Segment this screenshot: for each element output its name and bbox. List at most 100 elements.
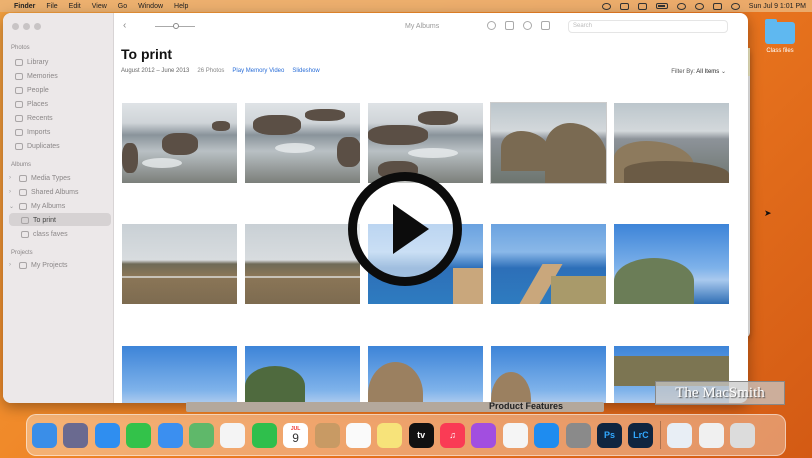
desktop-folder[interactable]: Class files xyxy=(760,19,800,54)
zoom-knob[interactable] xyxy=(173,23,179,29)
zoom-slider[interactable] xyxy=(143,22,207,32)
chevron-right-icon[interactable]: › xyxy=(9,189,15,195)
finder-icon[interactable] xyxy=(32,422,57,448)
maps-icon[interactable] xyxy=(188,422,214,448)
mail-icon[interactable] xyxy=(157,422,183,448)
rotate-icon[interactable] xyxy=(541,21,550,30)
back-chevron-icon[interactable]: ‹ xyxy=(123,20,126,31)
control-center-icon[interactable] xyxy=(712,2,722,10)
menu-file[interactable]: File xyxy=(46,3,57,10)
sidebar-item-places[interactable]: Places xyxy=(15,98,48,110)
sidebar-item-memories[interactable]: Memories xyxy=(15,70,58,82)
menubar-clock[interactable]: Sun Jul 9 1:01 PM xyxy=(749,3,806,10)
sidebar-item-shared-albums[interactable]: › Shared Albums xyxy=(9,186,78,198)
sidebar-item-label: People xyxy=(27,86,49,94)
chevron-down-icon[interactable]: ⌄ xyxy=(9,203,15,210)
system-settings-icon[interactable] xyxy=(565,422,591,448)
notes-icon[interactable] xyxy=(377,422,403,448)
record-icon[interactable] xyxy=(601,2,611,10)
folder-icon xyxy=(19,188,27,196)
podcasts-icon[interactable] xyxy=(471,422,497,448)
sidebar-item-imports[interactable]: Imports xyxy=(15,126,50,138)
calendar-icon[interactable]: JUL 9 xyxy=(283,422,309,448)
filter-by-dropdown[interactable]: Filter By: All Items ⌄ xyxy=(671,68,726,75)
minimize-button[interactable] xyxy=(23,23,30,30)
chevron-right-icon[interactable]: › xyxy=(9,175,15,181)
photo-thumbnail[interactable] xyxy=(491,224,606,304)
reminders-icon[interactable] xyxy=(345,422,371,448)
menu-view[interactable]: View xyxy=(92,3,107,10)
photo-thumbnail[interactable] xyxy=(614,224,729,304)
photo-thumbnail[interactable] xyxy=(245,346,360,403)
photo-thumbnail[interactable] xyxy=(368,103,483,183)
menu-window[interactable]: Window xyxy=(138,3,163,10)
safari-icon[interactable] xyxy=(94,422,120,448)
menu-go[interactable]: Go xyxy=(118,3,127,10)
info-icon[interactable] xyxy=(487,21,496,30)
calendar-day-label: 9 xyxy=(292,430,299,445)
messages-icon[interactable] xyxy=(126,422,152,448)
photo-thumbnail[interactable] xyxy=(490,102,607,184)
sidebar-item-label: Shared Albums xyxy=(31,188,79,196)
facetime-icon[interactable] xyxy=(251,422,277,448)
sidebar-item-to-print[interactable]: To print xyxy=(21,214,56,226)
sidebar-item-label: class faves xyxy=(33,230,68,238)
sidebar-section-photos: Photos xyxy=(11,45,30,51)
photos-icon[interactable] xyxy=(220,422,246,448)
search-menubar-icon[interactable] xyxy=(694,2,704,10)
news-icon[interactable] xyxy=(502,422,528,448)
photoshop-icon[interactable]: Ps xyxy=(597,422,623,448)
sidebar-item-duplicates[interactable]: Duplicates xyxy=(15,140,60,152)
photo-thumbnail[interactable] xyxy=(614,103,729,183)
trash-icon[interactable] xyxy=(729,422,755,448)
music-icon[interactable]: ♫ xyxy=(440,422,466,448)
menu-finder[interactable]: Finder xyxy=(14,3,35,10)
play-memory-link[interactable]: Play Memory Video xyxy=(232,68,284,74)
favorite-heart-icon[interactable] xyxy=(523,21,532,30)
toolbar: ‹ My Albums Search xyxy=(115,13,748,41)
contacts-icon[interactable] xyxy=(314,422,340,448)
sidebar-item-people[interactable]: People xyxy=(15,84,49,96)
display-icon[interactable] xyxy=(637,2,647,10)
duplicates-icon xyxy=(15,142,23,150)
photo-thumbnail[interactable] xyxy=(491,346,606,403)
menu-help[interactable]: Help xyxy=(174,3,188,10)
lightroom-icon[interactable]: LrC xyxy=(628,422,654,448)
slideshow-link[interactable]: Slideshow xyxy=(292,68,319,74)
tv-icon[interactable]: tv xyxy=(408,422,434,448)
zoom-button[interactable] xyxy=(34,23,41,30)
sidebar-item-media-types[interactable]: › Media Types xyxy=(9,172,71,184)
chevron-down-icon: ⌄ xyxy=(720,69,726,75)
photo-thumbnail[interactable] xyxy=(368,346,483,403)
sidebar-item-library[interactable]: Library xyxy=(15,56,48,68)
sidebar-item-label: Media Types xyxy=(31,174,71,182)
sidebar-item-my-albums[interactable]: ⌄ My Albums xyxy=(9,200,65,212)
sidebar-item-class-faves[interactable]: class faves xyxy=(21,228,68,240)
sidebar-item-my-projects[interactable]: › My Projects xyxy=(9,259,68,271)
photo-thumbnail[interactable] xyxy=(122,346,237,403)
imports-icon xyxy=(15,128,23,136)
screen-icon[interactable] xyxy=(619,2,629,10)
photo-thumbnail[interactable] xyxy=(122,224,237,304)
chevron-right-icon[interactable]: › xyxy=(9,262,15,268)
filter-value: All Items xyxy=(696,69,720,75)
menu-edit[interactable]: Edit xyxy=(69,3,81,10)
app-store-icon[interactable] xyxy=(534,422,560,448)
preview-icon[interactable] xyxy=(667,422,693,448)
share-icon[interactable] xyxy=(505,21,514,30)
document-icon[interactable] xyxy=(698,422,724,448)
sidebar: Photos Library Memories People Places Re… xyxy=(3,13,114,403)
photo-thumbnail[interactable] xyxy=(245,224,360,304)
library-icon xyxy=(15,58,23,66)
siri-icon[interactable] xyxy=(730,2,740,10)
sidebar-item-recents[interactable]: Recents xyxy=(15,112,53,124)
photo-thumbnail[interactable] xyxy=(245,103,360,183)
battery-icon[interactable] xyxy=(655,3,668,9)
watermark-logo: The MacSmith xyxy=(655,381,785,405)
photo-thumbnail[interactable] xyxy=(122,103,237,183)
wifi-icon[interactable] xyxy=(676,2,686,10)
launchpad-icon[interactable] xyxy=(63,422,89,448)
video-play-button[interactable] xyxy=(348,172,462,286)
close-button[interactable] xyxy=(12,23,19,30)
search-input[interactable]: Search xyxy=(568,20,728,33)
